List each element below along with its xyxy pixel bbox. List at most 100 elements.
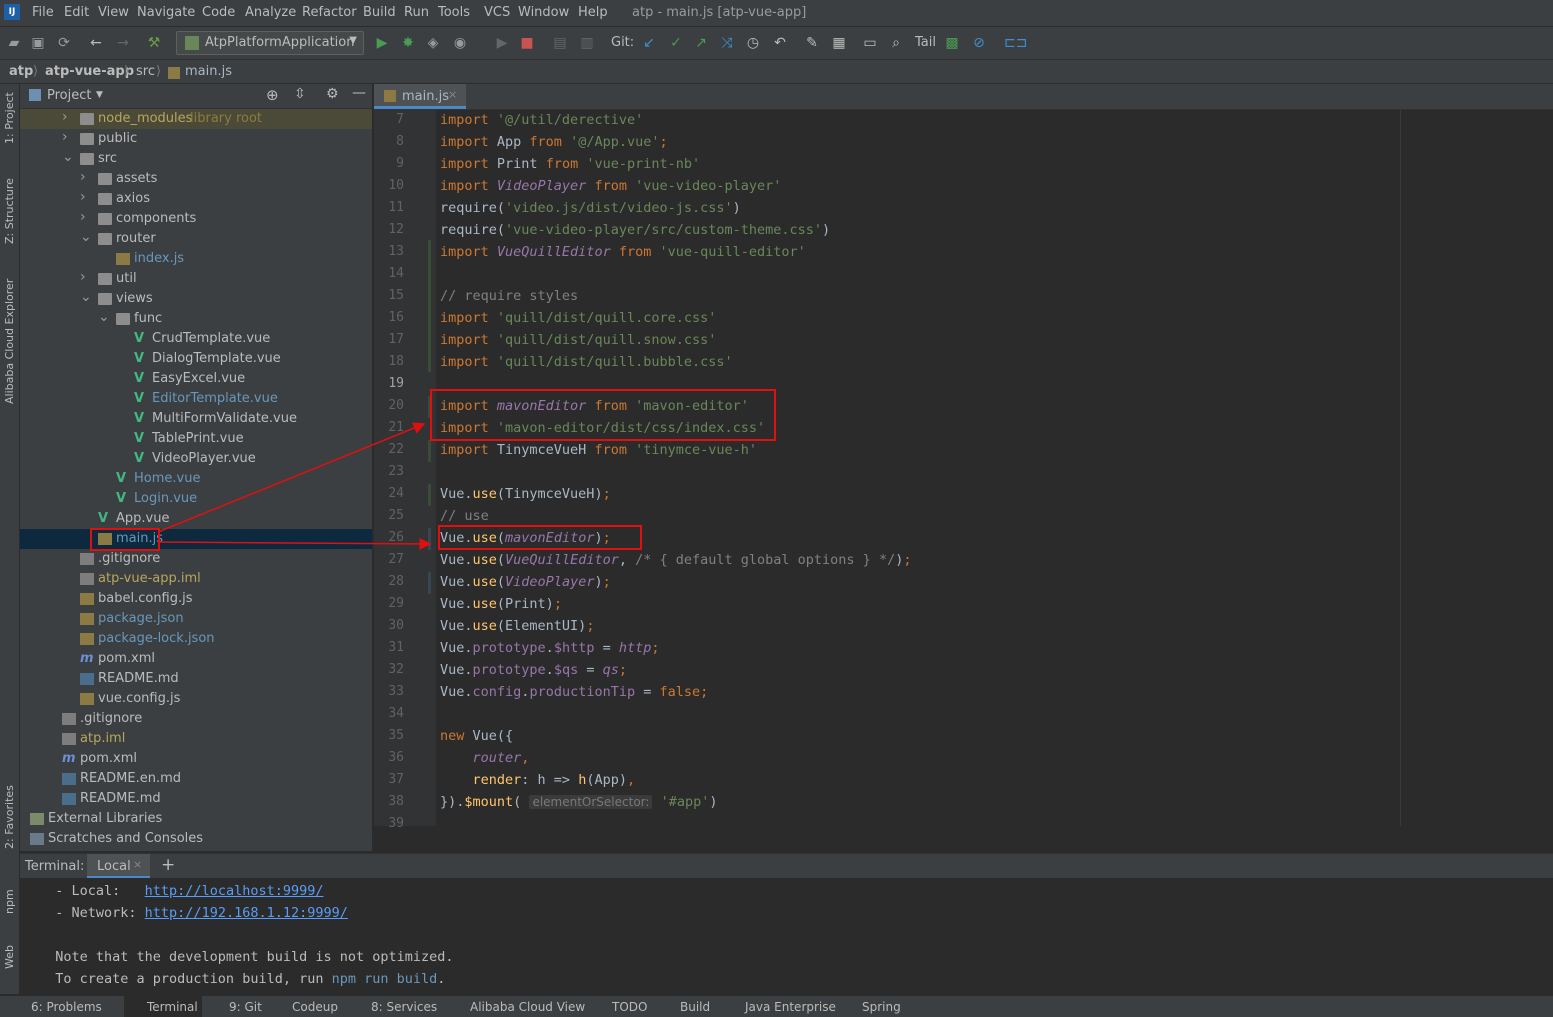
menu-window[interactable]: Window [518, 5, 569, 20]
alibaba-cloud-icon[interactable]: ⊏⊐ [1004, 35, 1027, 51]
statusbar-spring[interactable]: Spring [862, 1000, 901, 1014]
menu-run[interactable]: Run [404, 5, 429, 20]
tree-item[interactable]: V Home.vue [20, 469, 372, 489]
chevron-right-icon[interactable]: › [80, 209, 90, 225]
tree-item[interactable]: V CrudTemplate.vue [20, 329, 372, 349]
chevron-down-icon[interactable]: ⌄ [80, 289, 92, 305]
tree-item[interactable]: index.js [20, 249, 372, 269]
statusbar-build[interactable]: Build [680, 1000, 710, 1014]
statusbar-terminal[interactable]: Terminal [147, 1000, 198, 1014]
chevron-right-icon[interactable]: › [62, 129, 72, 145]
tree-item[interactable]: README.md [20, 789, 372, 809]
statusbar-java-enterprise[interactable]: Java Enterprise [745, 1000, 836, 1014]
open-folder-icon[interactable]: ▰ [6, 35, 22, 51]
tool-window-alibaba-cloud[interactable]: Alibaba Cloud Explorer [3, 279, 16, 404]
tree-item[interactable]: › components [20, 209, 372, 229]
chevron-right-icon[interactable]: › [62, 109, 72, 125]
chevron-right-icon[interactable]: › [80, 269, 90, 285]
gear-icon[interactable]: ⚙ [326, 86, 339, 102]
breadcrumb-item[interactable]: atp-vue-app [45, 64, 134, 79]
tree-item[interactable]: babel.config.js [20, 589, 372, 609]
tree-item[interactable]: › public [20, 129, 372, 149]
chevron-down-icon[interactable]: ⌄ [62, 149, 74, 165]
menu-file[interactable]: File [32, 5, 54, 20]
project-structure-icon[interactable]: ▦ [831, 35, 847, 51]
git-merge-icon[interactable]: ⤨ [719, 35, 735, 51]
tree-item[interactable]: V App.vue [20, 509, 372, 529]
locate-icon[interactable]: ⊕ [266, 86, 279, 104]
breadcrumb-item[interactable]: atp [9, 64, 33, 79]
tree-item[interactable]: atp-vue-app.iml [20, 569, 372, 589]
chevron-down-icon[interactable]: ⌄ [98, 309, 110, 325]
tree-item[interactable]: V EasyExcel.vue [20, 369, 372, 389]
chevron-right-icon[interactable]: › [80, 189, 90, 205]
git-push-icon[interactable]: ↗ [693, 35, 709, 51]
tree-item[interactable]: V MultiFormValidate.vue [20, 409, 372, 429]
block-icon[interactable]: ⊘ [971, 35, 987, 51]
menu-code[interactable]: Code [202, 5, 235, 20]
tree-item[interactable]: README.md [20, 669, 372, 689]
local-url-link[interactable]: http://localhost:9999/ [145, 883, 324, 899]
tool-window-web[interactable]: Web [3, 945, 16, 969]
tree-item[interactable]: ⌄ router [20, 229, 372, 249]
menu-refactor[interactable]: Refactor [302, 5, 357, 20]
tree-item[interactable]: m pom.xml [20, 649, 372, 669]
rollback-icon[interactable]: ↶ [772, 35, 788, 51]
terminal-icon[interactable]: ▭ [862, 35, 878, 51]
tree-item[interactable]: V EditorTemplate.vue [20, 389, 372, 409]
terminal-output[interactable]: - Local: http://localhost:9999/ - Networ… [20, 878, 1553, 994]
forward-icon[interactable]: → [115, 35, 131, 51]
tree-item[interactable]: .gitignore [20, 709, 372, 729]
chevron-right-icon[interactable]: › [20, 809, 22, 825]
save-icon[interactable]: ▣ [30, 35, 46, 51]
resume-icon[interactable]: ▶ [494, 35, 510, 51]
menu-help[interactable]: Help [578, 5, 608, 20]
menu-edit[interactable]: Edit [64, 5, 89, 20]
tree-item[interactable]: ⌄ func [20, 309, 372, 329]
tool-window-favorites[interactable]: 2: Favorites [3, 785, 16, 849]
menu-analyze[interactable]: Analyze [245, 5, 296, 20]
tab-main-js[interactable]: main.js × [374, 84, 466, 109]
profile-icon[interactable]: ◉ [452, 35, 468, 51]
chevron-right-icon[interactable]: › [20, 829, 22, 845]
chevron-down-icon[interactable]: ⌄ [80, 229, 92, 245]
attach-icon[interactable]: ▤ [552, 35, 568, 51]
network-url-link[interactable]: http://192.168.1.12:9999/ [145, 905, 348, 921]
run-icon[interactable]: ▶ [374, 35, 390, 51]
statusbar-codeup[interactable]: Codeup [292, 1000, 338, 1014]
tree-item[interactable]: V TablePrint.vue [20, 429, 372, 449]
tree-item[interactable]: › External Libraries [20, 809, 372, 829]
settings-wrench-icon[interactable]: ✎ [804, 35, 820, 51]
chevron-down-icon[interactable]: ▼ [96, 90, 103, 100]
tree-item[interactable]: V DialogTemplate.vue [20, 349, 372, 369]
statusbar-alibaba-cloud-view[interactable]: Alibaba Cloud View [470, 1000, 585, 1014]
tree-item[interactable]: main.js [20, 529, 372, 549]
tree-item[interactable]: V Login.vue [20, 489, 372, 509]
history-icon[interactable]: ◷ [745, 35, 761, 51]
menu-navigate[interactable]: Navigate [137, 5, 195, 20]
statusbar-problems[interactable]: 6: Problems [31, 1000, 102, 1014]
statusbar-git[interactable]: 9: Git [229, 1000, 262, 1014]
tool-window-structure[interactable]: Z: Structure [3, 178, 16, 244]
menu-view[interactable]: View [98, 5, 129, 20]
breadcrumb-item[interactable]: src [136, 64, 155, 79]
close-icon[interactable]: × [448, 88, 457, 101]
git-commit-icon[interactable]: ✓ [668, 35, 684, 51]
tail-label[interactable]: Tail [915, 35, 936, 50]
tree-item[interactable]: › assets [20, 169, 372, 189]
build-hammer-icon[interactable]: ⚒ [146, 35, 162, 51]
tree-item[interactable]: vue.config.js [20, 689, 372, 709]
tree-item[interactable]: ⌄ src [20, 149, 372, 169]
tree-item[interactable]: V VideoPlayer.vue [20, 449, 372, 469]
git-update-icon[interactable]: ↙ [641, 35, 657, 51]
menu-vcs[interactable]: VCS [484, 5, 510, 20]
code-editor[interactable]: import '@/util/derective' import App from… [436, 110, 1553, 826]
add-tab-icon[interactable]: + [161, 855, 175, 875]
monitor-icon[interactable]: ▩ [944, 35, 960, 51]
tool-window-npm[interactable]: npm [3, 889, 16, 914]
menu-tools[interactable]: Tools [438, 5, 470, 20]
minimize-icon[interactable]: — [352, 85, 366, 101]
tree-item[interactable]: ⌄ views [20, 289, 372, 309]
tool-window-project[interactable]: 1: Project [3, 92, 16, 144]
coverage-icon[interactable]: ◈ [425, 35, 441, 51]
